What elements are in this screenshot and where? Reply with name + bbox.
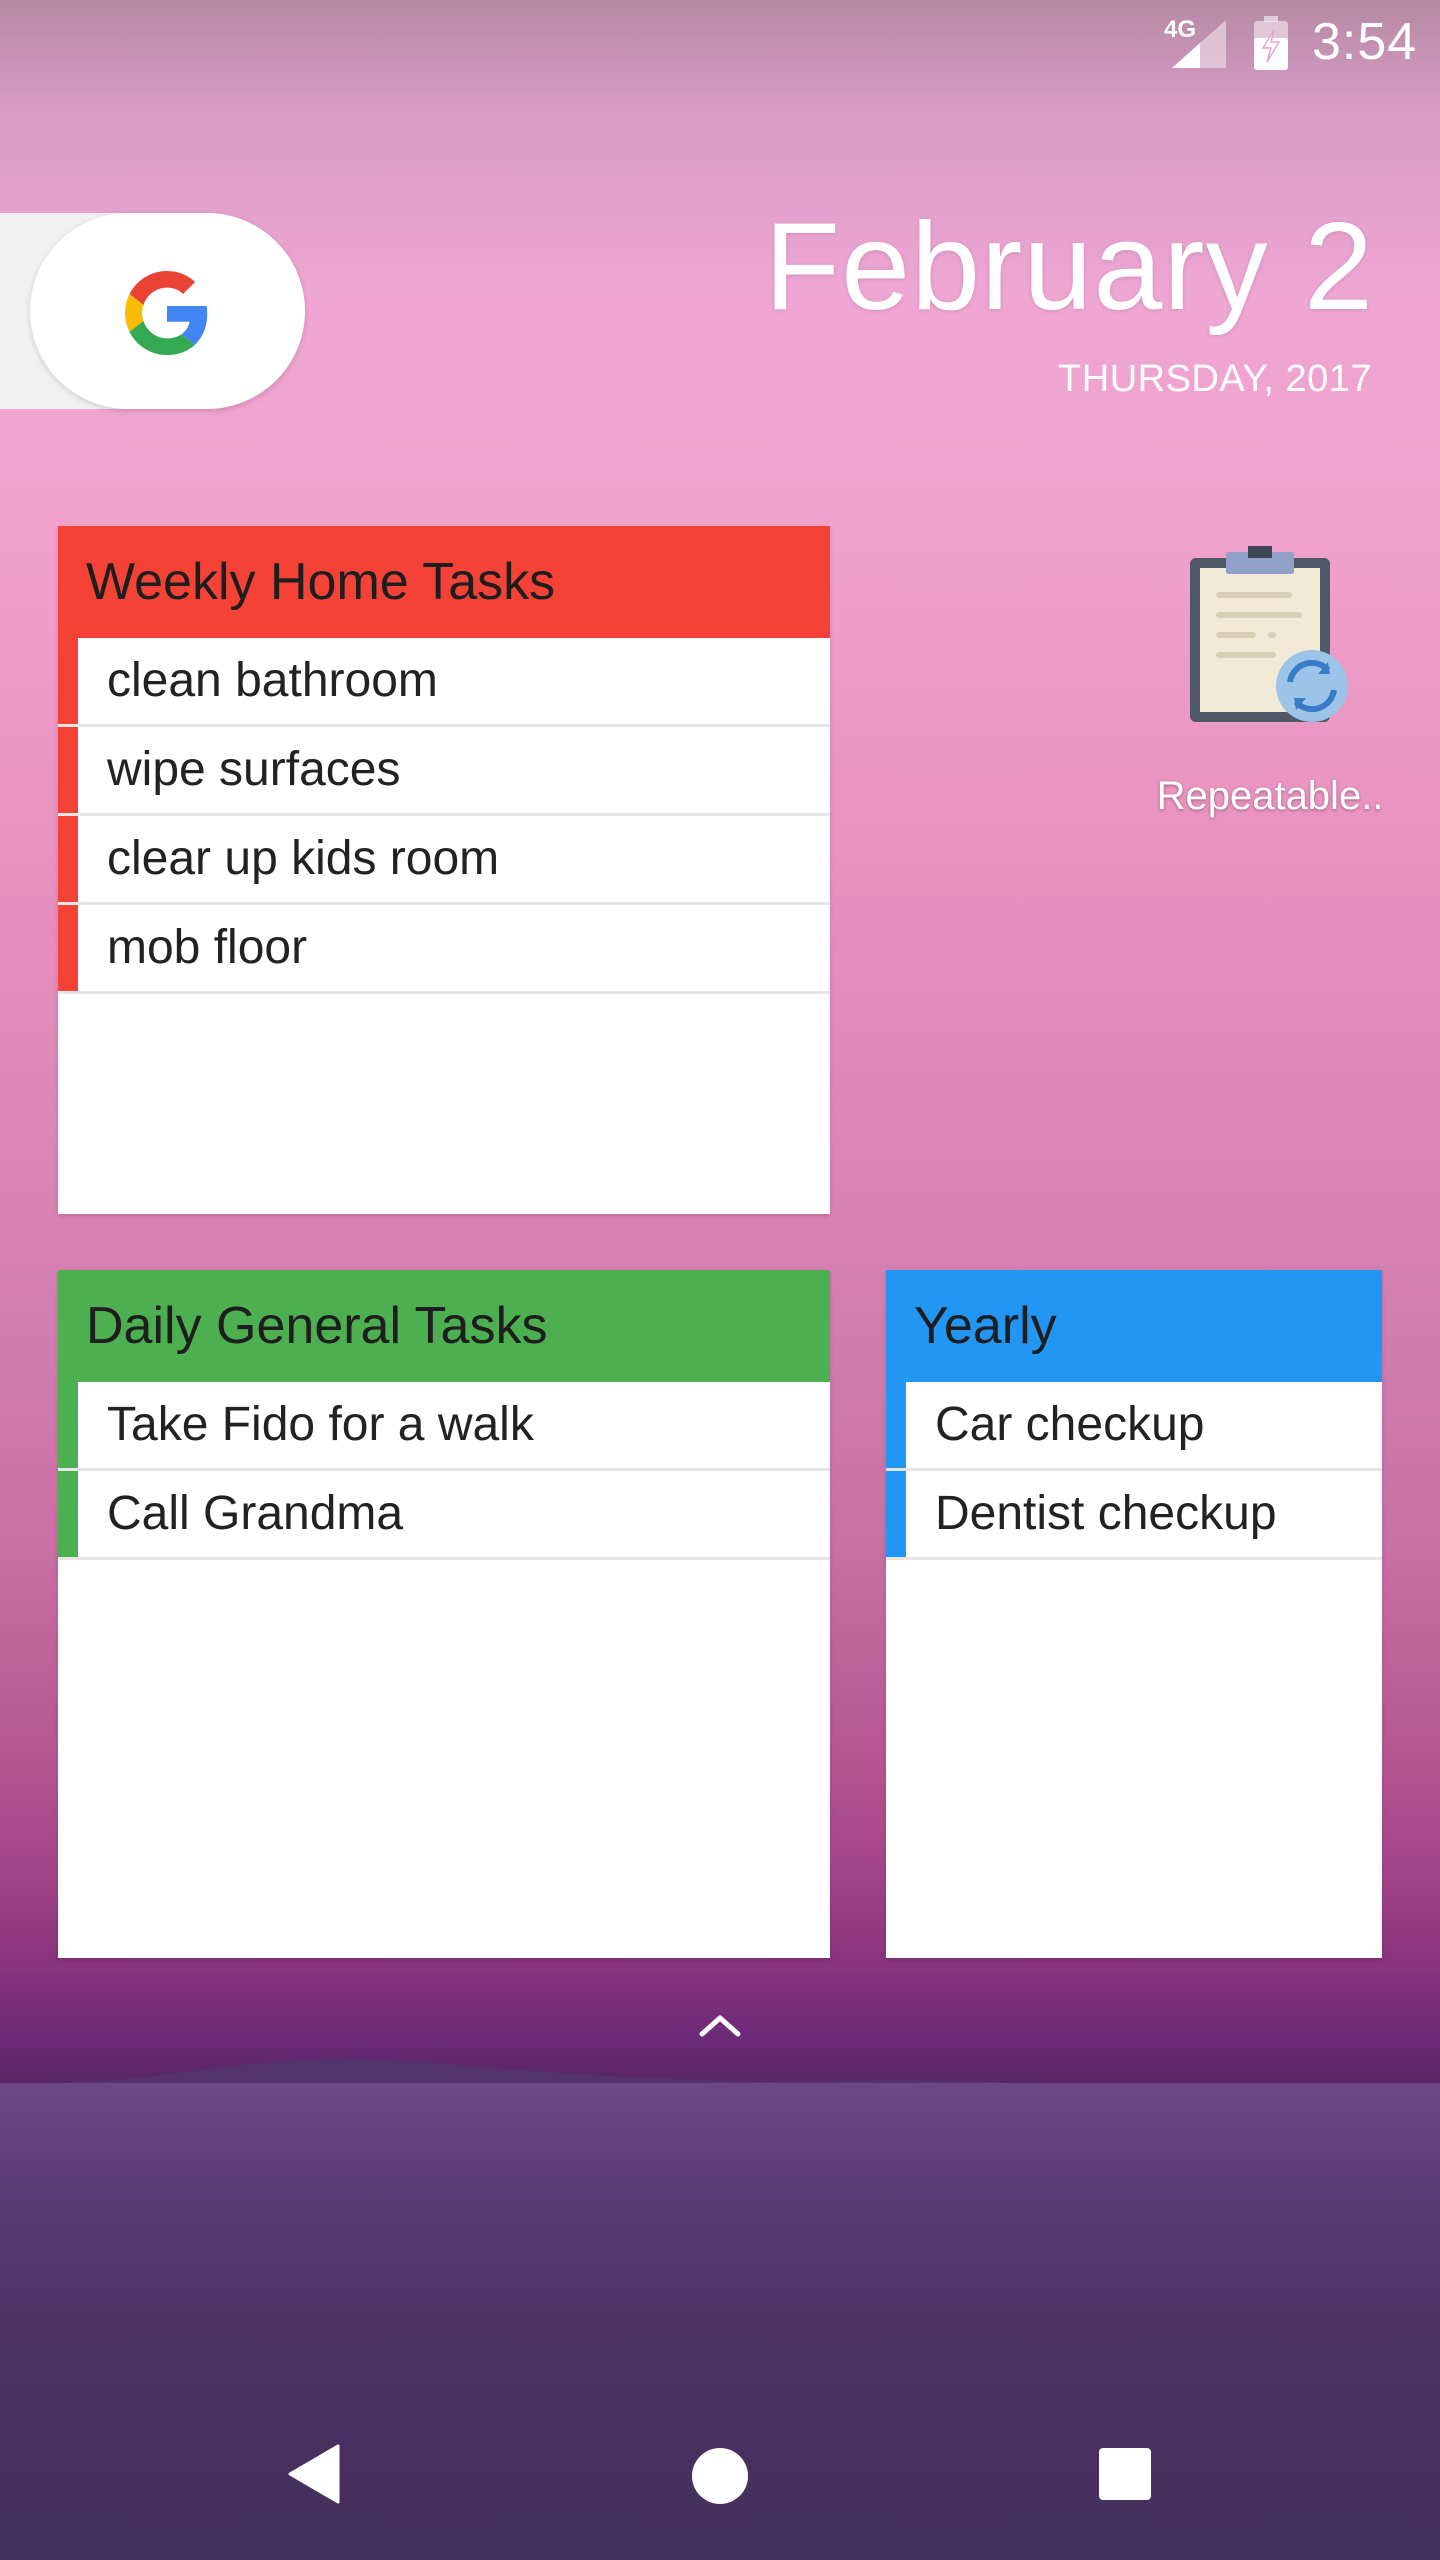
task-label: wipe surfaces bbox=[107, 743, 401, 796]
task-item[interactable]: Take Fido for a walk bbox=[58, 1382, 830, 1471]
task-item[interactable]: Car checkup bbox=[886, 1382, 1382, 1471]
task-color-bar bbox=[58, 905, 78, 991]
widget-daily-general-tasks[interactable]: Daily General Tasks Take Fido for a walk… bbox=[58, 1270, 830, 1958]
date-widget-date[interactable]: February 2 bbox=[764, 196, 1374, 338]
task-item[interactable]: Dentist checkup bbox=[886, 1471, 1382, 1560]
date-widget-weekday: THURSDAY, 2017 bbox=[1058, 358, 1372, 400]
task-color-bar bbox=[58, 727, 78, 813]
task-color-bar bbox=[58, 1471, 78, 1557]
task-label: clean bathroom bbox=[107, 654, 438, 707]
task-label: clear up kids room bbox=[107, 832, 500, 885]
google-logo-icon bbox=[125, 271, 208, 355]
chevron-up-icon[interactable] bbox=[698, 2010, 742, 2040]
task-item[interactable]: clear up kids room bbox=[58, 816, 830, 905]
clock: 3:54 bbox=[1312, 13, 1418, 71]
back-icon[interactable] bbox=[288, 2444, 340, 2504]
task-color-bar bbox=[58, 638, 78, 724]
task-label: Car checkup bbox=[935, 1398, 1205, 1451]
task-label: Call Grandma bbox=[107, 1487, 404, 1540]
widget-weekly-home-tasks[interactable]: Weekly Home Tasks clean bathroom wipe su… bbox=[58, 526, 830, 1214]
widget-title[interactable]: Yearly bbox=[886, 1270, 1382, 1382]
task-color-bar bbox=[886, 1471, 906, 1557]
task-color-bar bbox=[886, 1382, 906, 1468]
recents-icon[interactable] bbox=[1099, 2448, 1151, 2500]
task-item[interactable]: Call Grandma bbox=[58, 1471, 830, 1560]
widget-yearly[interactable]: Yearly Car checkup Dentist checkup bbox=[886, 1270, 1382, 1958]
task-item[interactable]: mob floor bbox=[58, 905, 830, 994]
task-label: Dentist checkup bbox=[935, 1487, 1277, 1540]
task-color-bar bbox=[58, 816, 78, 902]
widget-title[interactable]: Daily General Tasks bbox=[58, 1270, 830, 1382]
app-shortcut-label[interactable]: Repeatable.. bbox=[1150, 774, 1390, 819]
signal-icon bbox=[1172, 20, 1226, 68]
widget-title[interactable]: Weekly Home Tasks bbox=[58, 526, 830, 638]
battery-charging-icon bbox=[1254, 16, 1288, 70]
task-color-bar bbox=[58, 1382, 78, 1468]
task-label: mob floor bbox=[107, 921, 308, 974]
task-item[interactable]: clean bathroom bbox=[58, 638, 830, 727]
home-icon[interactable] bbox=[692, 2448, 748, 2504]
status-bar: 4G 3:54 bbox=[0, 0, 1440, 84]
home-screen: 4G 3:54 February 2 THURSDAY, 2017 Weekly… bbox=[0, 0, 1440, 2560]
task-item[interactable]: wipe surfaces bbox=[58, 727, 830, 816]
google-search-button[interactable] bbox=[30, 213, 305, 409]
clipboard-repeat-icon[interactable] bbox=[1186, 546, 1352, 726]
task-label: Take Fido for a walk bbox=[107, 1398, 534, 1451]
